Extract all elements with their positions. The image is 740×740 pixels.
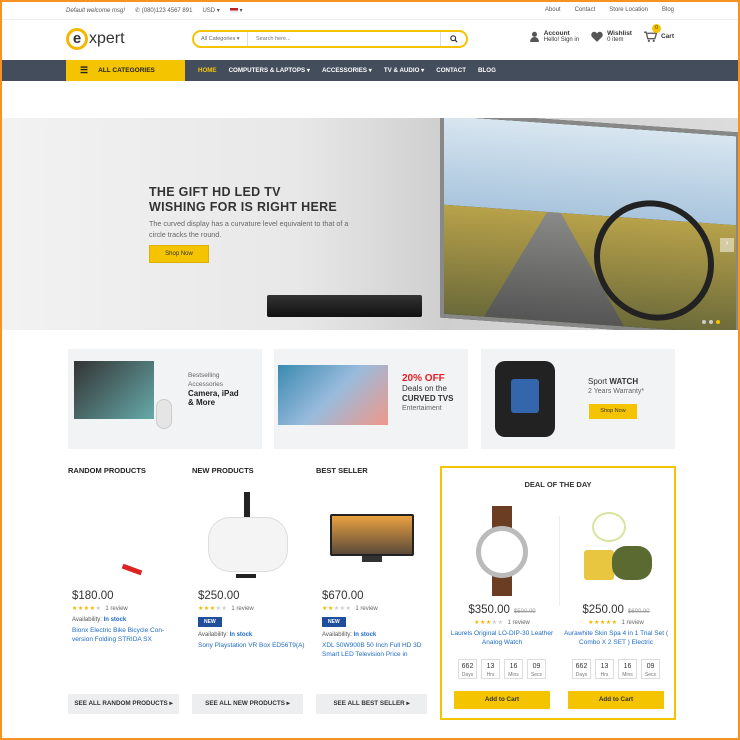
- bluray-player-image: [267, 295, 422, 317]
- slider-next-arrow-icon[interactable]: ›: [720, 238, 734, 252]
- user-icon: [529, 31, 539, 42]
- accessories-image: [74, 361, 154, 419]
- new-badge: NEW: [198, 617, 222, 627]
- phone-icon: ✆: [135, 8, 142, 14]
- banner-curved-tvs[interactable]: 20% OFF Deals on the CURVED TVS Entertaimen…: [274, 349, 468, 449]
- countdown: 662 Days 13 Hrs 16 Mins 09 Secs: [562, 659, 670, 679]
- nav-blog[interactable]: BLOG: [478, 67, 496, 74]
- product-name[interactable]: XDL 50W900B 50 Inch Full HD 3D Smart LED…: [322, 641, 432, 659]
- search-category-select[interactable]: All Categories ▾: [194, 32, 248, 46]
- banner-accessories[interactable]: Bestselling Accessories Camera, iPad & More: [68, 349, 262, 449]
- link-contact[interactable]: Contact: [575, 7, 596, 13]
- logo[interactable]: e xpert: [66, 28, 125, 50]
- chevron-down-icon: ▾: [421, 67, 425, 74]
- language-selector[interactable]: ▾: [229, 7, 243, 14]
- slider-dot-active[interactable]: [716, 320, 720, 324]
- deal-name[interactable]: Laurels Original LO-DIP-30 Leather Analo…: [448, 629, 556, 647]
- cart-count-badge: 0: [651, 24, 661, 33]
- search-icon: [449, 35, 458, 43]
- header: e xpert All Categories ▾ AccountHello! S…: [2, 20, 738, 60]
- slider-dot[interactable]: [702, 320, 706, 324]
- add-to-cart-button[interactable]: Add to Cart: [568, 691, 664, 709]
- new-badge: NEW: [322, 617, 346, 627]
- product-price: $250.00: [198, 590, 240, 602]
- rating-stars: ★★★★★ 1 review: [198, 606, 254, 612]
- deal-of-the-day: DEAL OF THE DAY $350.00 $500.00 ★★★★★ 1 re…: [440, 466, 676, 720]
- banner-sport-watch[interactable]: Sport WATCH 2 Years Warranty* Shop Now: [481, 349, 675, 449]
- deal-card[interactable]: $250.00 $600.00 ★★★★★ 1 review Aurawhite S…: [562, 506, 670, 709]
- deal-title: DEAL OF THE DAY: [524, 480, 592, 489]
- search-bar: All Categories ▾: [192, 30, 468, 48]
- smartwatch-image: [495, 361, 555, 437]
- slider-dot[interactable]: [709, 320, 713, 324]
- availability: Availability: In stock: [72, 617, 127, 623]
- deal-card[interactable]: $350.00 $500.00 ★★★★★ 1 review Laurels Ori…: [448, 506, 556, 709]
- hero-title: THE GIFT HD LED TV WISHING FOR IS RIGHT H…: [149, 185, 338, 214]
- wishlist-link[interactable]: Wishlist 0 item: [591, 30, 632, 43]
- nav-tv-audio[interactable]: TV & AUDIO ▾: [384, 67, 424, 74]
- nav-accessories[interactable]: ACCESSORIES ▾: [322, 67, 372, 74]
- logo-text: xpert: [89, 30, 125, 47]
- availability: Availability: In stock: [322, 632, 377, 638]
- see-all-best-button[interactable]: SEE ALL BEST SELLER ▸: [316, 694, 427, 714]
- rating-stars: ★★★★★ 1 review: [474, 620, 530, 626]
- section-title-random: RANDOM PRODUCTS: [68, 466, 146, 475]
- currency-selector[interactable]: USD ▾: [202, 7, 219, 14]
- camera-image: [156, 399, 172, 429]
- product-card[interactable]: $180.00 ★★★★★ 1 review Availability: In s…: [72, 492, 182, 644]
- product-image: [198, 492, 298, 582]
- slider-dots: [702, 320, 720, 324]
- curved-tvs-image: [278, 365, 388, 425]
- main-nav: ☰ ALL CATEGORIES HOME COMPUTERS & LAPTOP…: [2, 60, 738, 81]
- rating-stars: ★★★★★ 1 review: [588, 620, 644, 626]
- hero-slider: THE GIFT HD LED TV WISHING FOR IS RIGHT H…: [2, 118, 738, 330]
- hamburger-icon: ☰: [80, 65, 89, 75]
- section-title-new: NEW PRODUCTS: [192, 466, 254, 475]
- account-link[interactable]: Account Hello! Sign in: [529, 30, 579, 43]
- product-price: $180.00: [72, 590, 114, 602]
- search-button[interactable]: [440, 32, 466, 46]
- flag-icon: [229, 7, 238, 13]
- nav-computers-laptops[interactable]: COMPUTERS & LAPTOPS ▾: [229, 67, 310, 74]
- deal-price: $250.00 $600.00: [582, 604, 650, 616]
- section-title-best: BEST SELLER: [316, 466, 368, 475]
- rating-stars: ★★★★★ 1 review: [72, 606, 128, 612]
- product-name[interactable]: Sony Playstation VR Box ED56T9(A): [198, 641, 308, 650]
- deal-price: $350.00 $500.00: [468, 604, 536, 616]
- watch-image: [448, 506, 556, 596]
- product-image: [72, 492, 172, 582]
- phone-number: ✆ (080)123 4567 891: [135, 8, 193, 14]
- hero-text: The curved display has a curvature level…: [149, 219, 349, 239]
- link-store-location[interactable]: Store Location: [609, 7, 648, 13]
- product-name[interactable]: Bionx Electric Bike Bicycle Con-version …: [72, 626, 182, 644]
- heart-icon: [591, 31, 603, 42]
- nav-contact[interactable]: CONTACT: [436, 67, 466, 74]
- product-card[interactable]: $670.00 ★★★★★ 1 review NEW Availability: …: [322, 492, 432, 659]
- curved-tv-image: [440, 118, 738, 330]
- link-about[interactable]: About: [545, 7, 561, 13]
- top-bar: Default welcome msg! ✆ (080)123 4567 891…: [2, 2, 738, 20]
- product-image: [322, 492, 422, 582]
- link-blog[interactable]: Blog: [662, 7, 674, 13]
- hero-shop-now-button[interactable]: Shop Now: [149, 245, 209, 263]
- spa-set-image: [562, 506, 670, 596]
- chevron-down-icon: ▾: [306, 67, 310, 74]
- product-card[interactable]: $250.00 ★★★★★ 1 review NEW Availability: …: [198, 492, 308, 650]
- watch-shop-now-button[interactable]: Shop Now: [589, 404, 637, 419]
- see-all-random-button[interactable]: SEE ALL RANDOM PRODUCTS ▸: [68, 694, 179, 714]
- product-price: $670.00: [322, 590, 364, 602]
- chevron-down-icon: ▾: [368, 67, 372, 74]
- nav-home[interactable]: HOME: [198, 67, 217, 74]
- deal-name[interactable]: Aurawhite Skin Spa 4 in 1 Trial Set ( Co…: [562, 629, 670, 647]
- see-all-new-button[interactable]: SEE ALL NEW PRODUCTS ▸: [192, 694, 303, 714]
- countdown: 662 Days 13 Hrs 16 Mins 09 Secs: [448, 659, 556, 679]
- logo-mark: e: [66, 28, 88, 50]
- welcome-message: Default welcome msg!: [66, 7, 126, 14]
- rating-stars: ★★★★★ 1 review: [322, 606, 378, 612]
- cart-link[interactable]: 0 Cart: [643, 24, 674, 43]
- all-categories-button[interactable]: ☰ ALL CATEGORIES: [66, 60, 185, 81]
- add-to-cart-button[interactable]: Add to Cart: [454, 691, 550, 709]
- availability: Availability: In stock: [198, 632, 253, 638]
- search-input[interactable]: [248, 36, 440, 42]
